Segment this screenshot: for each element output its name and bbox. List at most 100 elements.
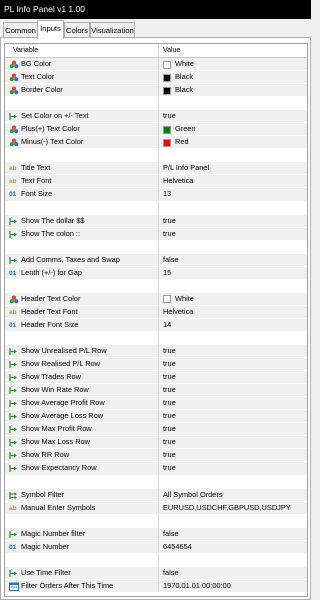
row-divider <box>158 71 159 84</box>
input-row[interactable]: Show Win Rate Row true <box>5 384 307 398</box>
row-value[interactable]: 1970.01.01 00:00:00 <box>163 580 231 593</box>
row-value[interactable]: true <box>163 110 176 123</box>
input-row[interactable]: Minus(-) Text Color Red <box>5 136 307 150</box>
input-row[interactable]: Use Time Filter false <box>5 566 307 580</box>
row-divider <box>158 97 159 111</box>
row-value[interactable]: Green <box>175 123 196 136</box>
row-value[interactable]: 13 <box>163 188 171 201</box>
input-row[interactable]: 01 Font Size 13 <box>5 188 307 202</box>
row-value[interactable]: Black <box>175 84 193 97</box>
row-value[interactable]: Red <box>175 136 189 149</box>
input-row[interactable]: Magic Number filter false <box>5 527 307 541</box>
row-label: Header Text Font <box>21 306 78 316</box>
row-divider <box>158 305 159 318</box>
row-value[interactable]: true <box>163 358 176 371</box>
row-label: Manual Enter Symbols <box>21 502 96 512</box>
input-row[interactable]: Show Trades Row true <box>5 371 307 385</box>
row-value[interactable]: 15 <box>163 267 171 280</box>
color-swatch[interactable] <box>163 125 171 134</box>
row-label: Magic Number <box>21 541 70 551</box>
input-row[interactable]: Show RR Row true <box>5 449 307 463</box>
row-label: Border Color <box>21 85 63 95</box>
row-value[interactable]: true <box>163 410 176 423</box>
input-row[interactable]: Show Realised P/L Row true <box>5 358 307 372</box>
column-header-value[interactable]: Value <box>163 44 180 58</box>
tab-inputs[interactable]: Inputs <box>37 20 64 39</box>
separator-row <box>5 149 307 163</box>
tab-colors[interactable]: Colors <box>64 22 90 38</box>
input-row[interactable]: 01 Lenth (+/-) for Gap 15 <box>5 266 307 280</box>
input-row[interactable]: Filter Orders After This Time 1970.01.01 … <box>5 579 307 593</box>
input-row[interactable]: Header Text Color White <box>5 292 307 306</box>
row-divider <box>158 266 159 279</box>
input-row[interactable]: ab Title Text P/L Info Panel <box>5 162 307 176</box>
input-row[interactable]: Show Average Profit Row true <box>5 397 307 411</box>
row-value[interactable]: true <box>163 371 176 384</box>
row-value[interactable]: true <box>163 215 176 228</box>
tab-common[interactable]: Common <box>3 22 38 38</box>
bool-icon <box>9 412 19 421</box>
row-divider <box>158 240 159 254</box>
row-value[interactable]: 14 <box>163 319 171 332</box>
column-header-variable[interactable]: Variable <box>13 44 38 58</box>
row-divider <box>158 540 159 553</box>
row-value[interactable]: true <box>163 228 176 241</box>
row-value[interactable]: false <box>163 528 179 541</box>
row-value[interactable]: false <box>163 254 179 267</box>
input-row[interactable]: Show Unrealised P/L Row true <box>5 345 307 359</box>
input-row[interactable]: Border Color Black <box>5 84 307 98</box>
row-value[interactable]: Helvetica <box>163 175 193 188</box>
row-label: Symbol Filter <box>21 489 65 499</box>
separator-row <box>5 514 307 528</box>
input-row[interactable]: Text Color Black <box>5 71 307 85</box>
row-value[interactable]: Black <box>175 71 193 84</box>
input-row[interactable]: Plus(+) Text Color Green <box>5 123 307 137</box>
row-value[interactable]: true <box>163 423 176 436</box>
row-value[interactable]: true <box>163 449 176 462</box>
color-swatch[interactable] <box>163 86 171 95</box>
input-row[interactable]: Show The dollar $$ true <box>5 214 307 228</box>
row-value[interactable]: false <box>163 567 179 580</box>
row-value[interactable]: EURUSD,USDCHF,GBPUSD,USDJPY <box>163 502 291 515</box>
input-row[interactable]: ab Manual Enter Symbols EURUSD,USDCHF,GBPU… <box>5 501 307 515</box>
input-row[interactable]: 01 Header Font Size 14 <box>5 318 307 332</box>
row-value[interactable]: White <box>175 293 194 306</box>
row-divider <box>158 253 159 266</box>
color-swatch[interactable] <box>163 60 171 69</box>
input-row[interactable]: Show Expectancy Row true <box>5 462 307 476</box>
separator-row <box>5 475 307 489</box>
row-divider <box>158 579 159 592</box>
row-value[interactable]: All Symbol Orders <box>163 489 223 502</box>
column-divider[interactable] <box>158 44 159 57</box>
row-value[interactable]: P/L Info Panel <box>163 162 209 175</box>
input-row[interactable]: ab Header Text Font Helvetica <box>5 305 307 319</box>
row-divider <box>158 149 159 163</box>
string-icon: ab <box>9 504 17 512</box>
input-row[interactable]: Show Average Loss Row true <box>5 410 307 424</box>
color-swatch[interactable] <box>163 295 171 304</box>
input-row[interactable]: Show Max Loss Row true <box>5 436 307 450</box>
color-swatch[interactable] <box>163 73 171 82</box>
row-value[interactable]: true <box>163 462 176 475</box>
input-row[interactable]: Show Max Profit Row true <box>5 423 307 437</box>
row-label: Show Average Loss Row <box>21 411 104 421</box>
row-label: Show RR Row <box>21 450 70 460</box>
row-value[interactable]: true <box>163 384 176 397</box>
input-row[interactable]: Set Color on +/- Text true <box>5 110 307 124</box>
bool-icon <box>9 386 19 395</box>
input-row[interactable]: Show The colon :: true <box>5 227 307 241</box>
input-row[interactable]: ab Text Font Helvetica <box>5 175 307 189</box>
row-divider <box>158 462 159 475</box>
row-value[interactable]: Helvetica <box>163 306 193 319</box>
input-row[interactable]: 01 Magic Number 6454654 <box>5 540 307 554</box>
tab-visualization[interactable]: Visualization <box>90 22 135 38</box>
input-row[interactable]: Add Comms, Taxes and Swap false <box>5 253 307 267</box>
color-swatch[interactable] <box>163 138 171 147</box>
input-row[interactable]: BG Color White <box>5 58 307 72</box>
row-value[interactable]: true <box>163 345 176 358</box>
row-value[interactable]: true <box>163 397 176 410</box>
row-value[interactable]: 6454654 <box>163 541 192 554</box>
input-row[interactable]: Symbol Filter All Symbol Orders <box>5 488 307 502</box>
row-value[interactable]: true <box>163 436 176 449</box>
row-value[interactable]: White <box>175 58 194 71</box>
